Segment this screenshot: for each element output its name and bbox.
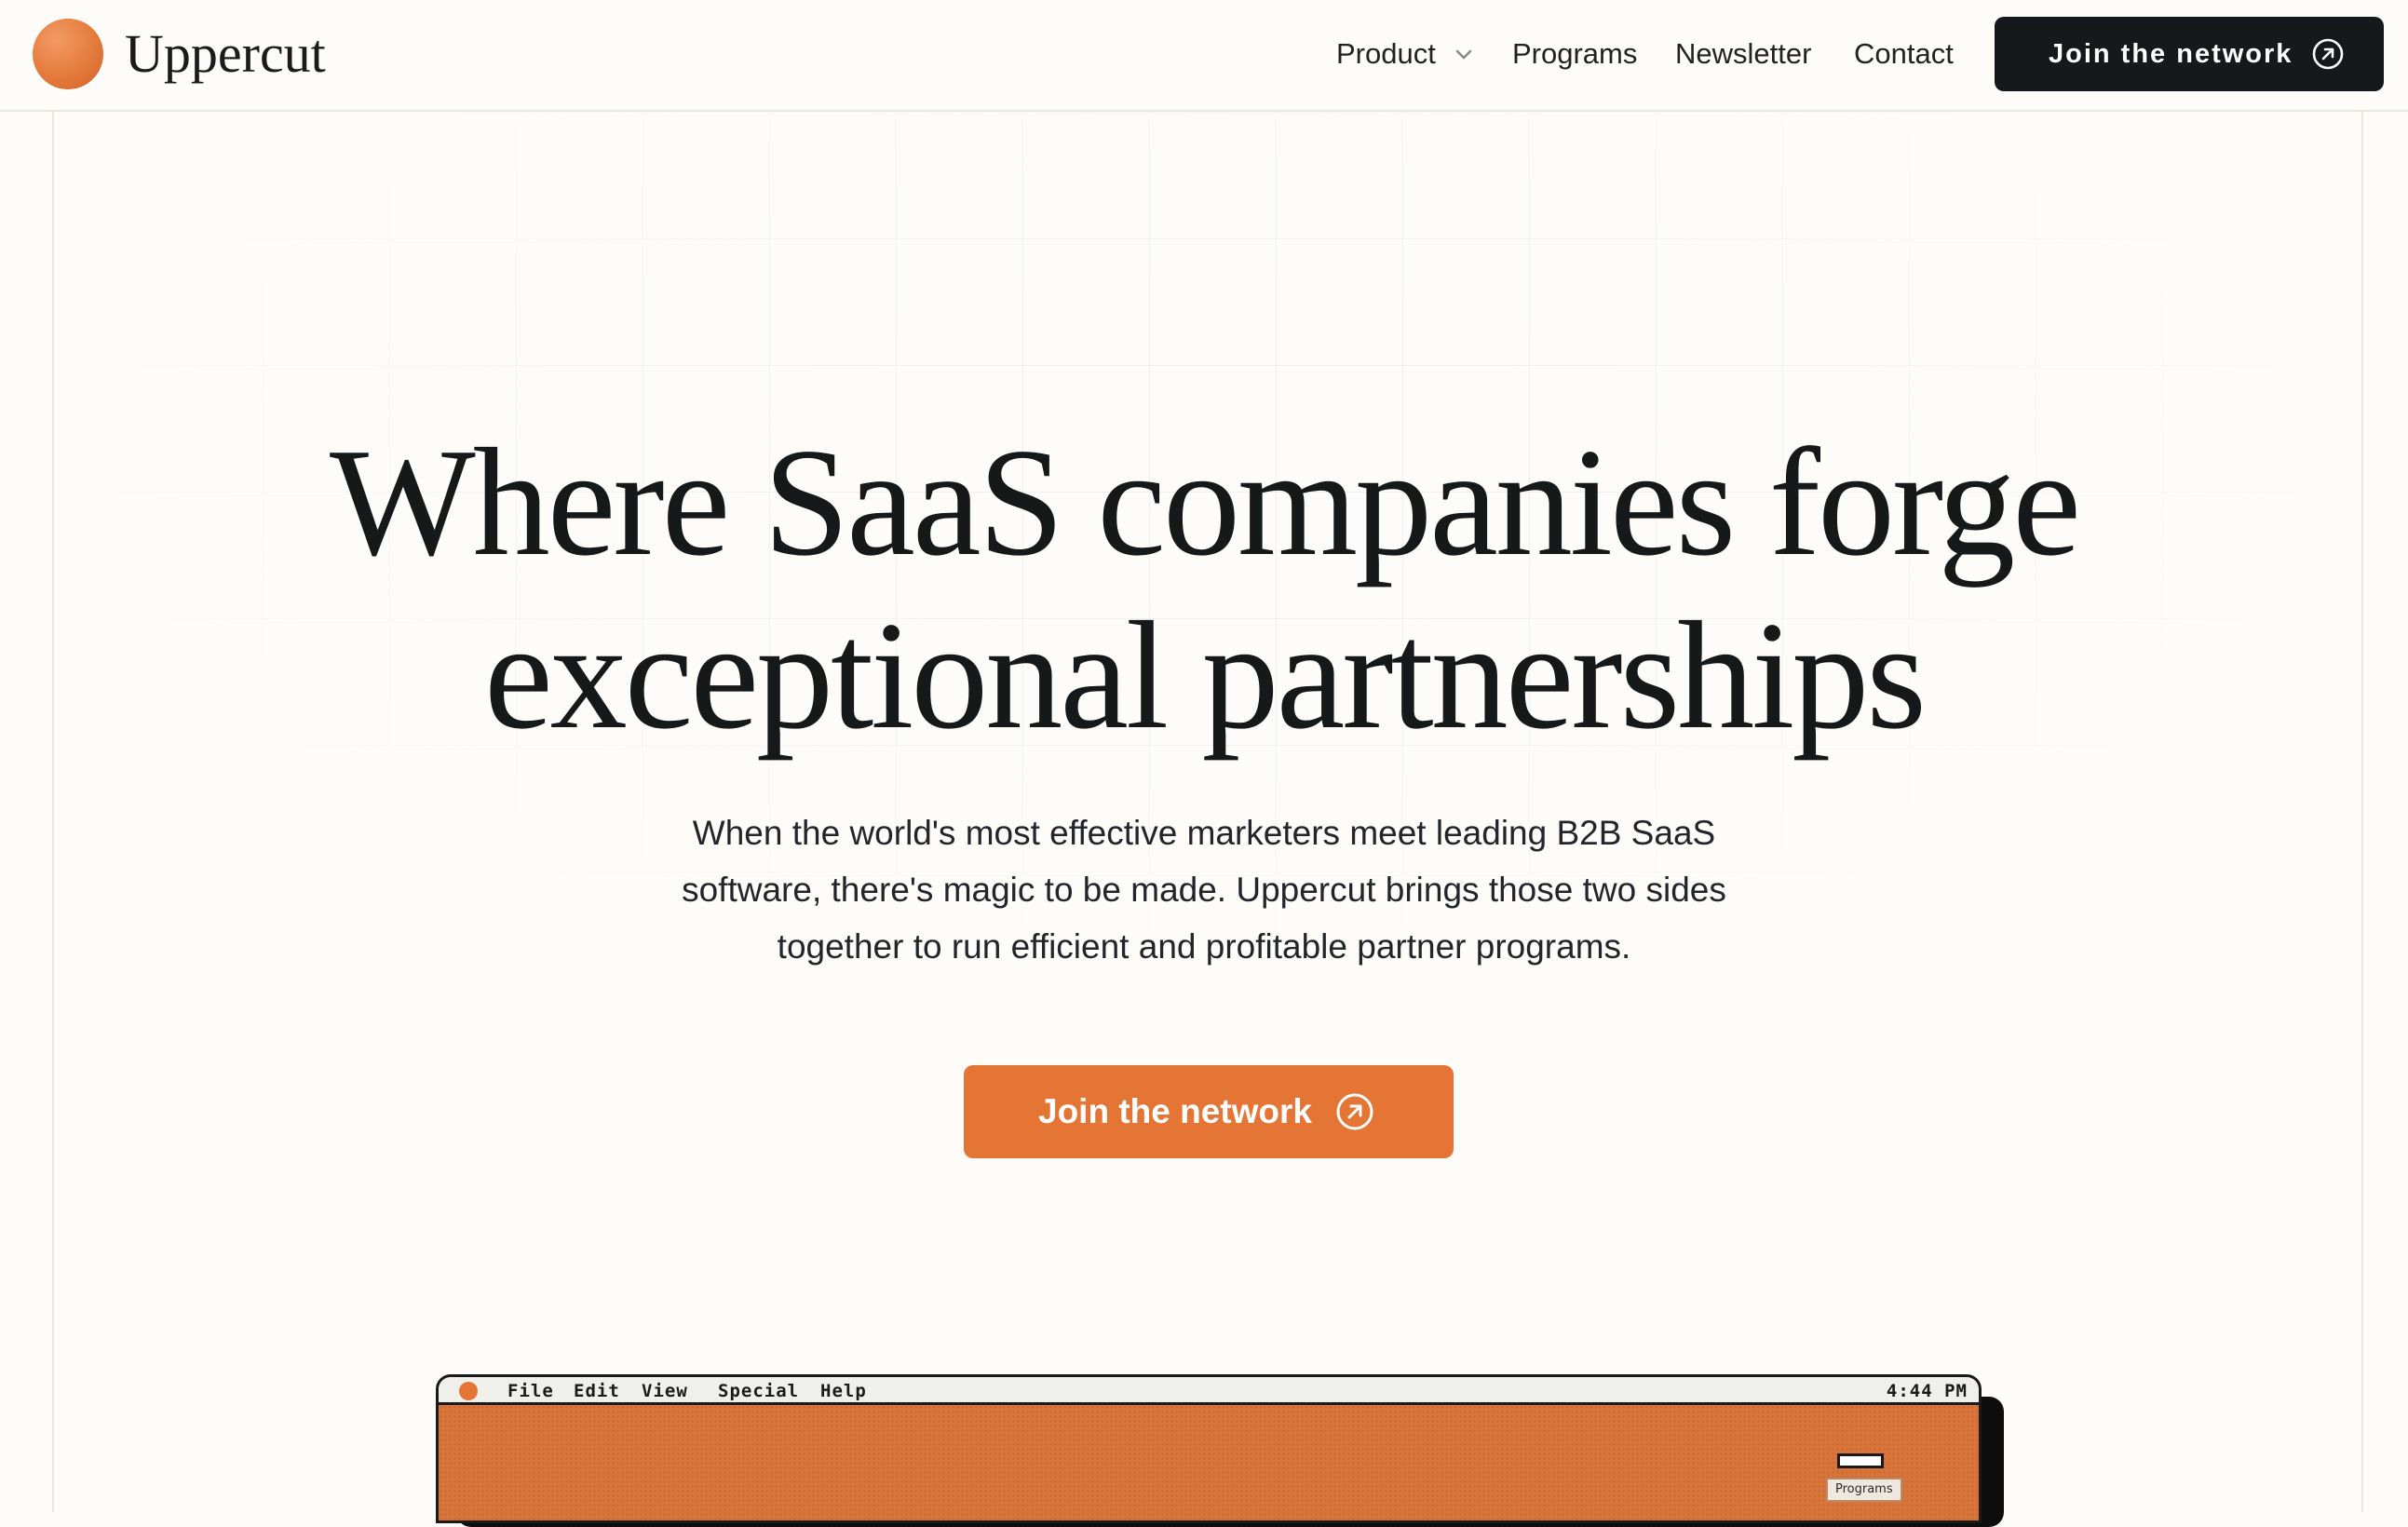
join-network-nav-button[interactable]: Join the network bbox=[1995, 17, 2384, 91]
hero-subtext-line-3: together to run efficient and profitable… bbox=[777, 927, 1631, 966]
programs-folder-icon[interactable] bbox=[1837, 1453, 1884, 1468]
nav-item-newsletter[interactable]: Newsletter bbox=[1675, 34, 1811, 74]
menu-special[interactable]: Special bbox=[718, 1380, 799, 1402]
frame-line-right bbox=[2361, 112, 2363, 1512]
menubar-clock: 4:44 PM bbox=[1886, 1381, 1968, 1401]
top-navigation: Uppercut Product Programs Newsletter Con… bbox=[0, 0, 2408, 112]
hero-subtext: When the world's most effective marketer… bbox=[645, 804, 1763, 975]
retro-desktop-preview: File Edit View Special Help 4:44 PM Prog… bbox=[436, 1374, 1982, 1523]
programs-folder-label[interactable]: Programs bbox=[1826, 1478, 1902, 1502]
hero-subtext-line-2: software, there's magic to be made. Uppe… bbox=[682, 871, 1726, 909]
join-network-hero-button[interactable]: Join the network bbox=[964, 1065, 1454, 1158]
join-network-hero-label: Join the network bbox=[1038, 1092, 1312, 1130]
hero-headline-line-2: exceptional partnerships bbox=[484, 589, 1927, 761]
arrow-up-right-circle-icon bbox=[1336, 1093, 1373, 1130]
brand-name[interactable]: Uppercut bbox=[125, 22, 326, 86]
menu-edit[interactable]: Edit bbox=[574, 1380, 620, 1402]
nav-item-contact[interactable]: Contact bbox=[1854, 34, 1954, 74]
desktop-menubar: File Edit View Special Help 4:44 PM bbox=[439, 1377, 1979, 1405]
menu-file[interactable]: File bbox=[507, 1380, 554, 1402]
arrow-up-right-circle-icon bbox=[2312, 38, 2344, 70]
desktop-background bbox=[439, 1405, 1979, 1520]
chevron-down-icon[interactable] bbox=[1453, 43, 1475, 65]
join-network-nav-label: Join the network bbox=[2049, 39, 2293, 69]
nav-item-product[interactable]: Product bbox=[1336, 34, 1436, 74]
logo-mark-icon[interactable] bbox=[33, 19, 103, 89]
hero-headline-line-1: Where SaaS companies forge bbox=[330, 416, 2081, 588]
system-menu-icon[interactable] bbox=[459, 1382, 478, 1400]
menu-view[interactable]: View bbox=[642, 1380, 688, 1402]
hero-subtext-line-1: When the world's most effective marketer… bbox=[692, 814, 1716, 852]
nav-item-programs[interactable]: Programs bbox=[1512, 34, 1637, 74]
menu-help[interactable]: Help bbox=[820, 1380, 867, 1402]
hero-headline: Where SaaS companies forge exceptional p… bbox=[273, 415, 2135, 762]
